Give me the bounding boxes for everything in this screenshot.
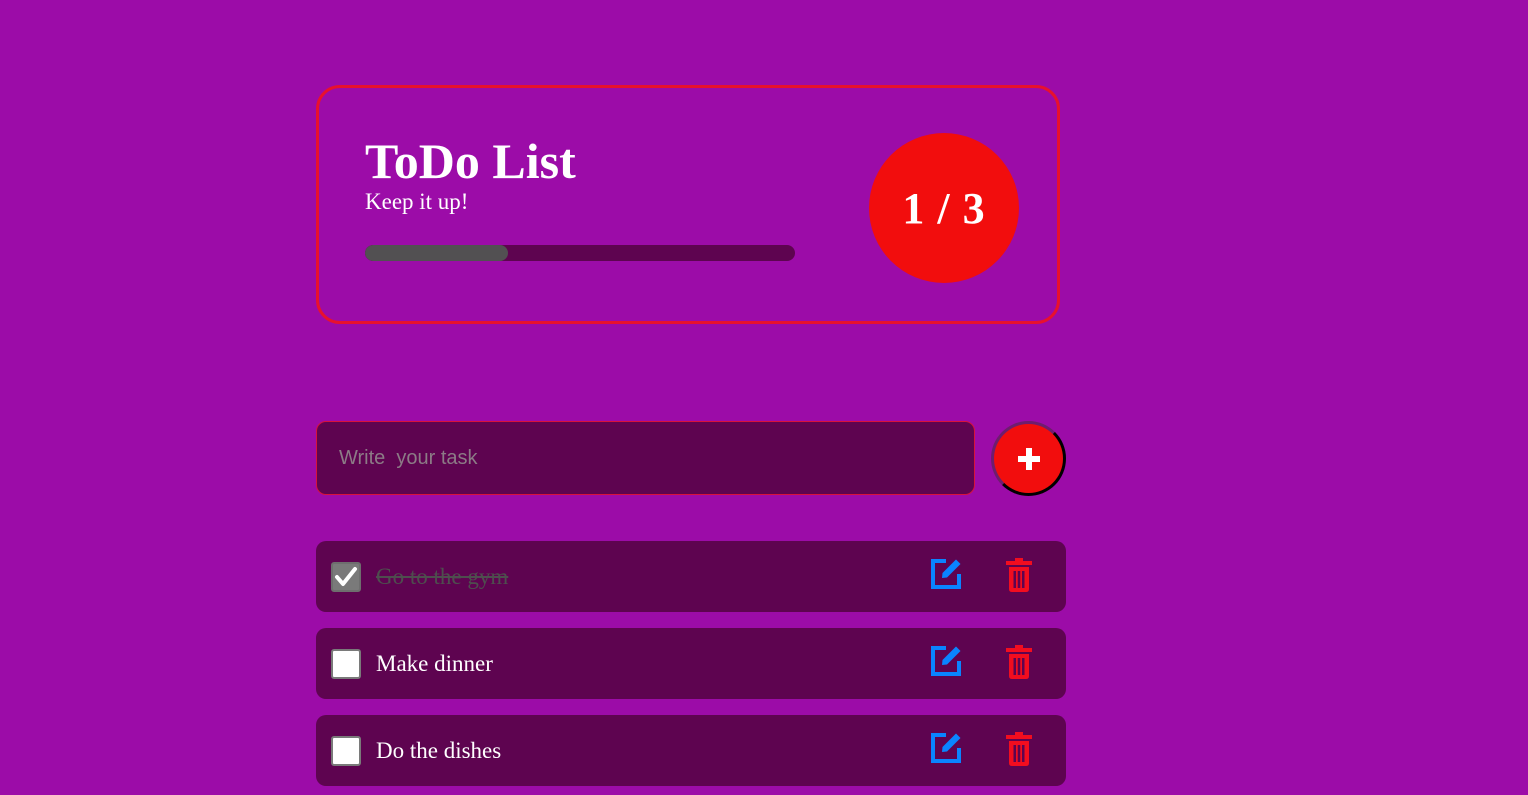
task-item: Make dinner [316, 628, 1066, 699]
progress-fill [365, 245, 509, 261]
page-title: ToDo List [365, 133, 576, 189]
task-input[interactable] [316, 421, 975, 495]
plus-icon [1017, 447, 1040, 470]
summary-card: ToDo List Keep it up! 1 / 3 [316, 85, 1060, 324]
completion-counter: 1 / 3 [869, 133, 1019, 283]
trash-icon [1006, 645, 1032, 679]
task-checkbox[interactable] [331, 736, 361, 766]
task-checkbox[interactable] [331, 562, 361, 592]
task-label: Go to the gym [376, 564, 509, 589]
delete-task-button[interactable] [1002, 729, 1036, 769]
delete-task-button[interactable] [1002, 555, 1036, 595]
edit-icon [931, 559, 961, 589]
task-item: Go to the gym [316, 541, 1066, 612]
edit-task-button[interactable] [927, 641, 965, 681]
task-checkbox[interactable] [331, 649, 361, 679]
add-task-form [316, 421, 1066, 496]
task-label: Make dinner [376, 651, 493, 676]
edit-task-button[interactable] [927, 554, 965, 594]
checkmark-icon [335, 567, 357, 586]
task-label: Do the dishes [376, 738, 502, 763]
add-task-button[interactable] [991, 421, 1066, 496]
trash-icon [1006, 558, 1032, 592]
edit-task-button[interactable] [927, 728, 965, 768]
trash-icon [1006, 732, 1032, 766]
delete-task-button[interactable] [1002, 642, 1036, 682]
edit-icon [931, 733, 961, 763]
progress-bar [365, 245, 795, 261]
task-item: Do the dishes [316, 715, 1066, 786]
task-list: Go to the gym Make dinner Do the dishes [316, 541, 1066, 795]
edit-icon [931, 646, 961, 676]
page-subtitle: Keep it up! [365, 189, 469, 214]
